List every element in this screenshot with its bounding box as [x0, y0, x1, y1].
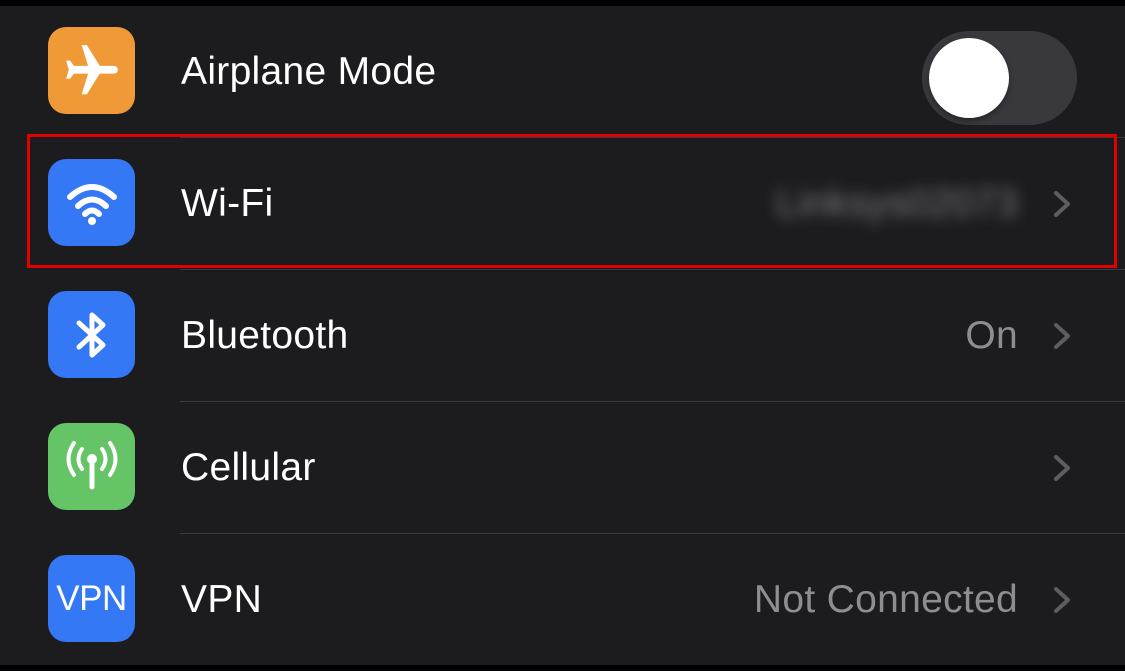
- vpn-icon-text: VPN: [56, 578, 127, 618]
- chevron-right-icon: [1054, 323, 1070, 349]
- cellular-antenna-icon: [48, 423, 135, 510]
- airplane-mode-label: Airplane Mode: [181, 50, 437, 93]
- airplane-mode-row[interactable]: Airplane Mode: [0, 6, 1125, 138]
- cellular-row[interactable]: Cellular: [0, 402, 1125, 534]
- airplane-mode-toggle[interactable]: [922, 31, 1077, 125]
- bluetooth-status: On: [965, 314, 1018, 357]
- vpn-icon: VPN: [48, 555, 135, 642]
- vpn-label: VPN: [181, 578, 263, 621]
- settings-screen: Airplane Mode Wi-Fi Linksys02073 Bluetoo…: [0, 0, 1125, 671]
- wifi-label: Wi-Fi: [181, 182, 274, 225]
- bluetooth-row[interactable]: Bluetooth On: [0, 270, 1125, 402]
- chevron-right-icon: [1054, 587, 1070, 613]
- wifi-icon: [48, 159, 135, 246]
- bluetooth-icon: [48, 291, 135, 378]
- cellular-label: Cellular: [181, 446, 316, 489]
- settings-group: Airplane Mode Wi-Fi Linksys02073 Bluetoo…: [0, 6, 1125, 665]
- vpn-status: Not Connected: [753, 578, 1018, 621]
- wifi-network-name: Linksys02073: [775, 182, 1018, 225]
- wifi-row[interactable]: Wi-Fi Linksys02073: [0, 138, 1125, 270]
- vpn-row[interactable]: VPN VPN Not Connected: [0, 534, 1125, 666]
- airplane-icon: [48, 27, 135, 114]
- chevron-right-icon: [1054, 455, 1070, 481]
- toggle-knob: [929, 38, 1009, 118]
- chevron-right-icon: [1054, 191, 1070, 217]
- bluetooth-label: Bluetooth: [181, 314, 349, 357]
